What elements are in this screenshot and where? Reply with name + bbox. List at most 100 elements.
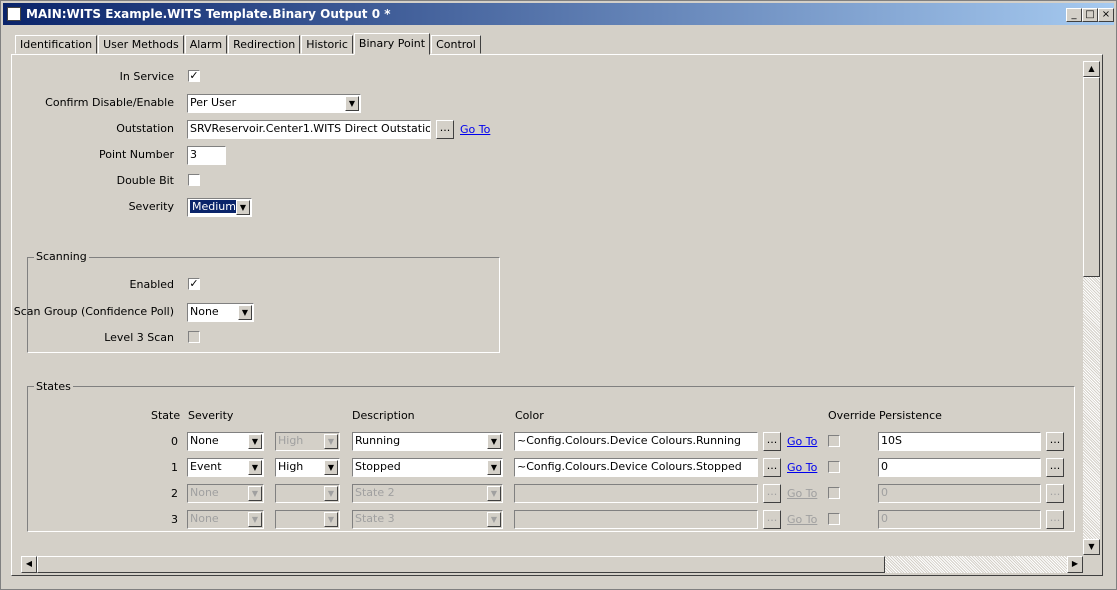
state-2-color-browse-button[interactable]: ... bbox=[763, 484, 781, 503]
state-2-severity2-dropdown[interactable]: ▼ bbox=[275, 484, 340, 503]
vertical-scrollbar[interactable]: ▲ ▼ bbox=[1083, 61, 1100, 555]
scroll-left-icon[interactable]: ◀ bbox=[21, 556, 37, 573]
point-number-field[interactable]: 3 bbox=[187, 146, 226, 165]
state-0-override-checkbox[interactable] bbox=[828, 435, 840, 447]
state-1-severity2-dropdown[interactable]: High ▼ bbox=[275, 458, 340, 477]
state-0-color-field[interactable]: ~Config.Colours.Device Colours.Running bbox=[514, 432, 758, 451]
in-service-checkbox[interactable]: ✓ bbox=[188, 70, 200, 82]
state-2-color-field[interactable] bbox=[514, 484, 758, 503]
state-3-persistence-browse-button[interactable]: ... bbox=[1046, 510, 1064, 529]
binary-point-panel: In Service ✓ Confirm Disable/Enable Per … bbox=[11, 54, 1103, 576]
state-3-override-checkbox[interactable] bbox=[828, 513, 840, 525]
state-1-severity-value: Event bbox=[190, 460, 222, 473]
chevron-down-icon[interactable]: ▼ bbox=[487, 512, 501, 527]
chevron-down-icon[interactable]: ▼ bbox=[324, 512, 338, 527]
state-3-description-dropdown[interactable]: State 3 ▼ bbox=[352, 510, 503, 529]
tab-redirection[interactable]: Redirection bbox=[228, 35, 301, 54]
state-0-number: 0 bbox=[171, 435, 178, 448]
state-0-description-dropdown[interactable]: Running ▼ bbox=[352, 432, 503, 451]
main-window: MAIN:WITS Example.WITS Template.Binary O… bbox=[0, 0, 1117, 590]
scan-group-label: Scan Group (Confidence Poll) bbox=[13, 305, 174, 318]
state-0-severity-dropdown[interactable]: None ▼ bbox=[187, 432, 264, 451]
horizontal-scroll-thumb[interactable] bbox=[37, 556, 885, 573]
double-bit-label: Double Bit bbox=[116, 174, 174, 187]
double-bit-checkbox[interactable] bbox=[188, 174, 200, 186]
state-2-goto-link[interactable]: Go To bbox=[787, 487, 817, 500]
vertical-scroll-thumb[interactable] bbox=[1083, 77, 1100, 277]
maximize-button[interactable]: □ bbox=[1082, 8, 1098, 22]
state-3-severity-value: None bbox=[190, 512, 219, 525]
tab-identification[interactable]: Identification bbox=[15, 35, 98, 54]
confirm-dropdown[interactable]: Per User ▼ bbox=[187, 94, 361, 113]
state-1-color-field[interactable]: ~Config.Colours.Device Colours.Stopped bbox=[514, 458, 758, 477]
scroll-right-icon[interactable]: ▶ bbox=[1067, 556, 1083, 573]
state-3-severity-dropdown[interactable]: None ▼ bbox=[187, 510, 264, 529]
outstation-field[interactable]: SRVReservoir.Center1.WITS Direct Outstat… bbox=[187, 120, 431, 139]
state-2-description-dropdown[interactable]: State 2 ▼ bbox=[352, 484, 503, 503]
state-2-persistence-field[interactable]: 0 bbox=[878, 484, 1041, 503]
override-header: Override bbox=[828, 409, 876, 422]
tab-user-methods[interactable]: User Methods bbox=[98, 35, 184, 54]
tab-binary-point[interactable]: Binary Point bbox=[353, 33, 431, 55]
state-header: State bbox=[151, 409, 181, 422]
state-3-color-field[interactable] bbox=[514, 510, 758, 529]
state-1-persistence-browse-button[interactable]: ... bbox=[1046, 458, 1064, 477]
state-2-override-checkbox[interactable] bbox=[828, 487, 840, 499]
state-1-severity-dropdown[interactable]: Event ▼ bbox=[187, 458, 264, 477]
state-3-goto-link[interactable]: Go To bbox=[787, 513, 817, 526]
persistence-header: Persistence bbox=[879, 409, 942, 422]
state-1-color-browse-button[interactable]: ... bbox=[763, 458, 781, 477]
minimize-button[interactable]: _ bbox=[1066, 8, 1082, 22]
tab-historic[interactable]: Historic bbox=[301, 35, 353, 54]
severity-label: Severity bbox=[128, 200, 174, 213]
state-1-override-checkbox[interactable] bbox=[828, 461, 840, 473]
scroll-up-icon[interactable]: ▲ bbox=[1083, 61, 1100, 77]
outstation-goto-link[interactable]: Go To bbox=[460, 123, 490, 136]
state-3-persistence-field[interactable]: 0 bbox=[878, 510, 1041, 529]
chevron-down-icon[interactable]: ▼ bbox=[487, 460, 501, 475]
chevron-down-icon[interactable]: ▼ bbox=[248, 434, 262, 449]
chevron-down-icon[interactable]: ▼ bbox=[236, 200, 250, 215]
chevron-down-icon[interactable]: ▼ bbox=[238, 305, 252, 320]
state-0-severity2-dropdown[interactable]: High ▼ bbox=[275, 432, 340, 451]
tab-alarm[interactable]: Alarm bbox=[184, 35, 228, 54]
state-2-persistence-browse-button[interactable]: ... bbox=[1046, 484, 1064, 503]
color-header: Color bbox=[515, 409, 544, 422]
state-1-description-dropdown[interactable]: Stopped ▼ bbox=[352, 458, 503, 477]
state-0-goto-link[interactable]: Go To bbox=[787, 435, 817, 448]
outstation-browse-button[interactable]: ... bbox=[436, 120, 454, 139]
state-1-severity2-value: High bbox=[278, 460, 304, 473]
level3-checkbox[interactable] bbox=[188, 331, 200, 343]
close-button[interactable]: × bbox=[1098, 8, 1114, 22]
horizontal-scrollbar[interactable]: ◀ ▶ bbox=[21, 556, 1083, 573]
state-0-persistence-field[interactable]: 10S bbox=[878, 432, 1041, 451]
chevron-down-icon[interactable]: ▼ bbox=[324, 434, 338, 449]
state-0-color-browse-button[interactable]: ... bbox=[763, 432, 781, 451]
confirm-value: Per User bbox=[190, 96, 237, 109]
state-3-severity2-dropdown[interactable]: ▼ bbox=[275, 510, 340, 529]
chevron-down-icon[interactable]: ▼ bbox=[487, 434, 501, 449]
chevron-down-icon[interactable]: ▼ bbox=[248, 512, 262, 527]
chevron-down-icon[interactable]: ▼ bbox=[345, 96, 359, 111]
states-caption: States bbox=[34, 380, 73, 393]
tab-control[interactable]: Control bbox=[431, 35, 481, 54]
severity-dropdown[interactable]: Medium ▼ bbox=[187, 198, 252, 217]
chevron-down-icon[interactable]: ▼ bbox=[248, 486, 262, 501]
state-2-severity-dropdown[interactable]: None ▼ bbox=[187, 484, 264, 503]
chevron-down-icon[interactable]: ▼ bbox=[248, 460, 262, 475]
state-1-number: 1 bbox=[171, 461, 178, 474]
in-service-label: In Service bbox=[119, 70, 174, 83]
state-1-persistence-field[interactable]: 0 bbox=[878, 458, 1041, 477]
title-bar[interactable]: MAIN:WITS Example.WITS Template.Binary O… bbox=[3, 3, 1114, 25]
scan-group-dropdown[interactable]: None ▼ bbox=[187, 303, 254, 322]
scroll-down-icon[interactable]: ▼ bbox=[1083, 539, 1100, 555]
state-0-persistence-browse-button[interactable]: ... bbox=[1046, 432, 1064, 451]
chevron-down-icon[interactable]: ▼ bbox=[324, 460, 338, 475]
state-1-goto-link[interactable]: Go To bbox=[787, 461, 817, 474]
state-3-color-browse-button[interactable]: ... bbox=[763, 510, 781, 529]
enabled-checkbox[interactable]: ✓ bbox=[188, 278, 200, 290]
scanning-caption: Scanning bbox=[34, 250, 89, 263]
chevron-down-icon[interactable]: ▼ bbox=[487, 486, 501, 501]
chevron-down-icon[interactable]: ▼ bbox=[324, 486, 338, 501]
outstation-label: Outstation bbox=[116, 122, 174, 135]
